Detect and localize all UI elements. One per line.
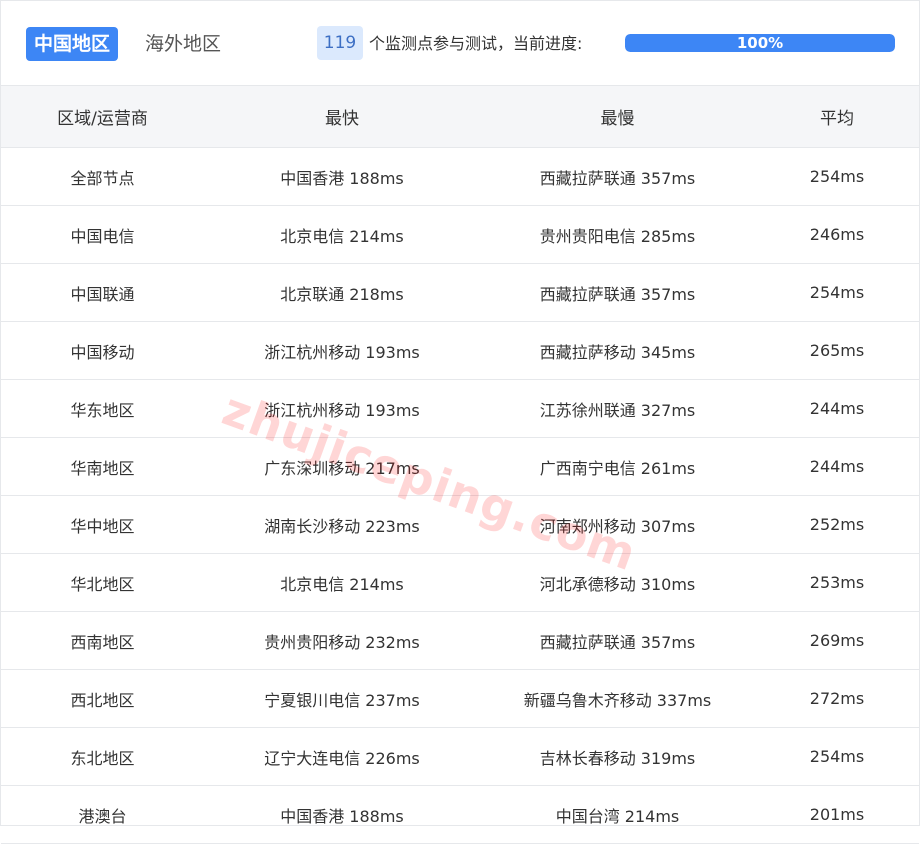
average-cell: 269ms: [755, 611, 919, 670]
fastest-cell: 中国香港 188ms: [204, 147, 480, 206]
region-cell: 华北地区: [1, 553, 204, 612]
slowest-cell: 河南郑州移动 307ms: [480, 495, 755, 554]
average-cell: 252ms: [755, 495, 919, 554]
region-cell: 中国移动: [1, 321, 204, 380]
average-cell: 254ms: [755, 147, 919, 206]
average-cell: 246ms: [755, 205, 919, 264]
slowest-cell: 新疆乌鲁木齐移动 337ms: [480, 669, 755, 728]
average-cell: 265ms: [755, 321, 919, 380]
tab-overseas[interactable]: 海外地区: [137, 27, 229, 61]
slowest-cell: 吉林长春移动 319ms: [480, 727, 755, 786]
slowest-cell: 河北承德移动 310ms: [480, 553, 755, 612]
fastest-cell: 中国香港 188ms: [204, 785, 480, 844]
table-row: 西北地区 宁夏银川电信 237ms 新疆乌鲁木齐移动 337ms 272ms: [1, 669, 919, 728]
region-cell: 华南地区: [1, 437, 204, 496]
column-header-slowest: 最慢: [480, 85, 755, 148]
region-cell: 西北地区: [1, 669, 204, 728]
average-cell: 244ms: [755, 437, 919, 496]
slowest-cell: 西藏拉萨联通 357ms: [480, 263, 755, 322]
fastest-cell: 贵州贵阳移动 232ms: [204, 611, 480, 670]
fastest-cell: 北京电信 214ms: [204, 205, 480, 264]
table-header-row: 区域/运营商 最快 最慢 平均: [1, 85, 919, 148]
region-cell: 东北地区: [1, 727, 204, 786]
table-row: 中国移动 浙江杭州移动 193ms 西藏拉萨移动 345ms 265ms: [1, 321, 919, 380]
average-cell: 244ms: [755, 379, 919, 438]
average-cell: 272ms: [755, 669, 919, 728]
fastest-cell: 广东深圳移动 217ms: [204, 437, 480, 496]
table-row: 西南地区 贵州贵阳移动 232ms 西藏拉萨联通 357ms 269ms: [1, 611, 919, 670]
slowest-cell: 广西南宁电信 261ms: [480, 437, 755, 496]
table-row: 华北地区 北京电信 214ms 河北承德移动 310ms 253ms: [1, 553, 919, 612]
progress-percent: 100%: [736, 34, 784, 52]
average-cell: 253ms: [755, 553, 919, 612]
table-row: 东北地区 辽宁大连电信 226ms 吉林长春移动 319ms 254ms: [1, 727, 919, 786]
average-cell: 254ms: [755, 263, 919, 322]
panel-header: 中国地区 海外地区 119 个监测点参与测试，当前进度: 100%: [1, 1, 919, 85]
tab-china[interactable]: 中国地区: [26, 27, 119, 61]
slowest-cell: 西藏拉萨联通 357ms: [480, 611, 755, 670]
region-cell: 华中地区: [1, 495, 204, 554]
region-cell: 港澳台: [1, 785, 204, 844]
fastest-cell: 北京联通 218ms: [204, 263, 480, 322]
average-cell: 254ms: [755, 727, 919, 786]
fastest-cell: 北京电信 214ms: [204, 553, 480, 612]
table-row: 全部节点 中国香港 188ms 西藏拉萨联通 357ms 254ms: [1, 147, 919, 206]
slowest-cell: 中国台湾 214ms: [480, 785, 755, 844]
column-header-fastest: 最快: [204, 85, 480, 148]
column-header-average: 平均: [755, 85, 919, 148]
region-cell: 中国电信: [1, 205, 204, 264]
region-cell: 华东地区: [1, 379, 204, 438]
progress-bar: 100%: [625, 34, 895, 52]
fastest-cell: 浙江杭州移动 193ms: [204, 379, 480, 438]
region-cell: 中国联通: [1, 263, 204, 322]
column-header-region: 区域/运营商: [1, 85, 204, 148]
fastest-cell: 湖南长沙移动 223ms: [204, 495, 480, 554]
average-cell: 201ms: [755, 785, 919, 844]
slowest-cell: 江苏徐州联通 327ms: [480, 379, 755, 438]
progress-description: 个监测点参与测试，当前进度:: [369, 34, 583, 53]
region-cell: 全部节点: [1, 147, 204, 206]
slowest-cell: 贵州贵阳电信 285ms: [480, 205, 755, 264]
results-table: 区域/运营商 最快 最慢 平均 全部节点 中国香港 188ms 西藏拉萨联通 357…: [1, 85, 919, 844]
table-row: 华中地区 湖南长沙移动 223ms 河南郑州移动 307ms 252ms: [1, 495, 919, 554]
region-cell: 西南地区: [1, 611, 204, 670]
table-row: 中国联通 北京联通 218ms 西藏拉萨联通 357ms 254ms: [1, 263, 919, 322]
fastest-cell: 宁夏银川电信 237ms: [204, 669, 480, 728]
fastest-cell: 浙江杭州移动 193ms: [204, 321, 480, 380]
fastest-cell: 辽宁大连电信 226ms: [204, 727, 480, 786]
table-row: 港澳台 中国香港 188ms 中国台湾 214ms 201ms: [1, 785, 919, 844]
table-row: 中国电信 北京电信 214ms 贵州贵阳电信 285ms 246ms: [1, 205, 919, 264]
table-row: 华东地区 浙江杭州移动 193ms 江苏徐州联通 327ms 244ms: [1, 379, 919, 438]
slowest-cell: 西藏拉萨移动 345ms: [480, 321, 755, 380]
node-count-badge: 119: [317, 26, 363, 60]
table-row: 华南地区 广东深圳移动 217ms 广西南宁电信 261ms 244ms: [1, 437, 919, 496]
slowest-cell: 西藏拉萨联通 357ms: [480, 147, 755, 206]
